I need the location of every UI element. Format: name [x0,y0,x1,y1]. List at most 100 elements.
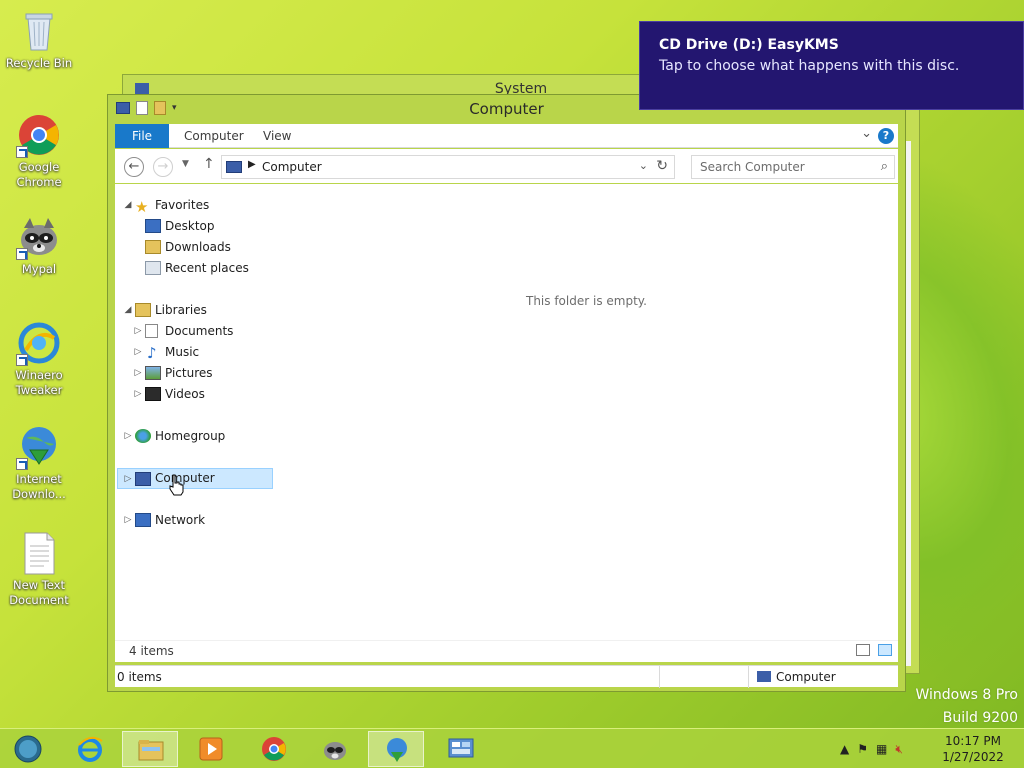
collapse-arrow-icon[interactable]: ◢ [123,195,133,216]
computer-icon [757,671,771,682]
collapse-arrow-icon[interactable]: ◢ [123,300,133,321]
explorer-window[interactable]: ▾ Computer File Computer View ⌄ ? ← → ▼ … [107,94,906,692]
start-orb-icon [14,735,42,763]
nav-item-music[interactable]: ▷ ♪ Music [133,342,273,363]
computer-icon [226,161,242,173]
notification-message: Tap to choose what happens with this dis… [659,58,960,74]
forward-button[interactable]: → [153,157,173,177]
file-explorer-icon [138,740,164,761]
nav-label: Recent places [165,261,249,275]
taskbar-mypal[interactable] [307,731,363,767]
taskbar-control-panel[interactable] [433,731,489,767]
start-button[interactable] [0,731,56,767]
selected-count: 0 items [117,670,162,684]
desktop-icon-label: New Text Document [9,578,69,607]
recent-locations-dropdown-icon[interactable]: ▼ [182,159,189,169]
nav-label: Desktop [165,219,215,233]
nav-libraries[interactable]: ◢ Libraries [123,300,273,321]
details-bar: 4 items [115,640,898,662]
desktop-icon-winaero-tweaker[interactable]: Winaero Tweaker [4,320,74,398]
nav-label: Homegroup [155,429,226,443]
nav-homegroup[interactable]: ▷ Homegroup [123,426,273,447]
nav-label: Libraries [155,303,207,317]
navigation-pane: ◢ ★ Favorites Desktop Downloads Recent p… [115,184,280,662]
view-toggle [856,644,892,656]
nav-item-downloads[interactable]: Downloads [145,237,275,258]
taskbar-clock[interactable]: 10:17 PM 1/27/2022 [940,733,1006,765]
watermark-build: Build 9200 [942,710,1018,726]
nav-item-desktop[interactable]: Desktop [145,216,275,237]
back-arrow-icon: ← [128,159,140,174]
pictures-icon [145,366,161,380]
windows-version-watermark: Windows 8 Pro Build 9200 [915,684,1018,730]
star-icon: ★ [135,198,149,216]
expand-arrow-icon[interactable]: ▷ [123,469,133,490]
help-icon[interactable]: ? [878,128,894,144]
navigation-bar: ← → ▼ ↑ ▶ Computer ⌄ ↻ ⌕ [115,149,898,183]
address-dropdown-icon[interactable]: ⌄ [639,159,648,172]
search-box[interactable]: ⌕ [691,155,895,179]
nav-label: Computer [155,471,215,485]
up-arrow-icon[interactable]: ↑ [203,156,215,172]
expand-arrow-icon[interactable]: ▷ [133,321,143,342]
search-input[interactable] [698,157,868,177]
tab-computer[interactable]: Computer [184,124,244,148]
back-button[interactable]: ← [124,157,144,177]
homegroup-icon [135,429,151,443]
internet-download-manager-icon [387,738,407,762]
explorer-content: ◢ ★ Favorites Desktop Downloads Recent p… [115,184,898,662]
status-divider [659,666,660,688]
tab-view[interactable]: View [263,124,291,148]
taskbar-internet-download-manager[interactable] [368,731,424,767]
taskbar-file-explorer[interactable] [122,731,178,767]
breadcrumb-chevron-icon[interactable]: ▶ [248,159,256,170]
documents-icon [145,324,158,338]
desktop-icon-label: Winaero Tweaker [15,368,63,397]
nav-favorites[interactable]: ◢ ★ Favorites [123,195,273,216]
autoplay-notification[interactable]: CD Drive (D:) EasyKMS Tap to choose what… [639,21,1024,110]
large-icons-view-icon[interactable] [878,644,892,656]
watermark-edition: Windows 8 Pro [915,687,1018,703]
nav-label: Music [165,345,200,359]
nav-label: Favorites [155,198,210,212]
network-status-icon[interactable]: ▦ [876,742,887,756]
nav-item-recent-places[interactable]: Recent places [145,258,275,279]
media-player-icon [199,737,223,761]
nav-network[interactable]: ▷ Network [123,510,273,531]
taskbar-internet-explorer[interactable] [62,731,118,767]
internet-explorer-icon [78,736,103,762]
address-bar[interactable]: ▶ Computer ⌄ ↻ [221,155,675,179]
details-view-icon[interactable] [856,644,870,656]
desktop-icon-new-text-document[interactable]: New Text Document [4,530,74,608]
desktop-icon [145,219,161,233]
breadcrumb-computer[interactable]: Computer [262,160,322,174]
recycle-bin-icon [16,8,62,54]
empty-folder-message: This folder is empty. [526,294,647,308]
nav-item-documents[interactable]: ▷ Documents [133,321,273,342]
desktop-icon-internet-download[interactable]: Internet Downlo... [4,424,74,502]
expand-arrow-icon[interactable]: ▷ [123,510,133,531]
taskbar-media-player[interactable] [183,731,239,767]
desktop-icon-mypal[interactable]: Mypal [4,214,74,277]
expand-ribbon-icon[interactable]: ⌄ [861,126,872,141]
refresh-icon[interactable]: ↻ [656,158,668,174]
expand-arrow-icon[interactable]: ▷ [133,384,143,405]
expand-arrow-icon[interactable]: ▷ [133,363,143,384]
expand-arrow-icon[interactable]: ▷ [133,342,143,363]
nav-item-pictures[interactable]: ▷ Pictures [133,363,273,384]
search-icon[interactable]: ⌕ [881,159,888,174]
expand-arrow-icon[interactable]: ▷ [123,426,133,447]
desktop-icon-recycle-bin[interactable]: Recycle Bin [4,8,74,71]
tab-file[interactable]: File [115,124,169,148]
recent-places-icon [145,261,161,275]
action-center-flag-icon[interactable]: ⚑ [857,742,868,756]
show-hidden-icons-icon[interactable]: ▲ [840,742,849,756]
taskbar-google-chrome[interactable] [246,731,302,767]
desktop-icon-google-chrome[interactable]: Google Chrome [4,112,74,190]
nav-computer[interactable]: ▷ Computer [117,468,273,489]
control-panel-icon [448,738,474,758]
volume-muted-icon[interactable]: 🔇︎ [895,742,903,757]
desktop-icon-label: Mypal [21,262,57,276]
notification-title: CD Drive (D:) EasyKMS [659,37,839,53]
nav-item-videos[interactable]: ▷ Videos [133,384,273,405]
